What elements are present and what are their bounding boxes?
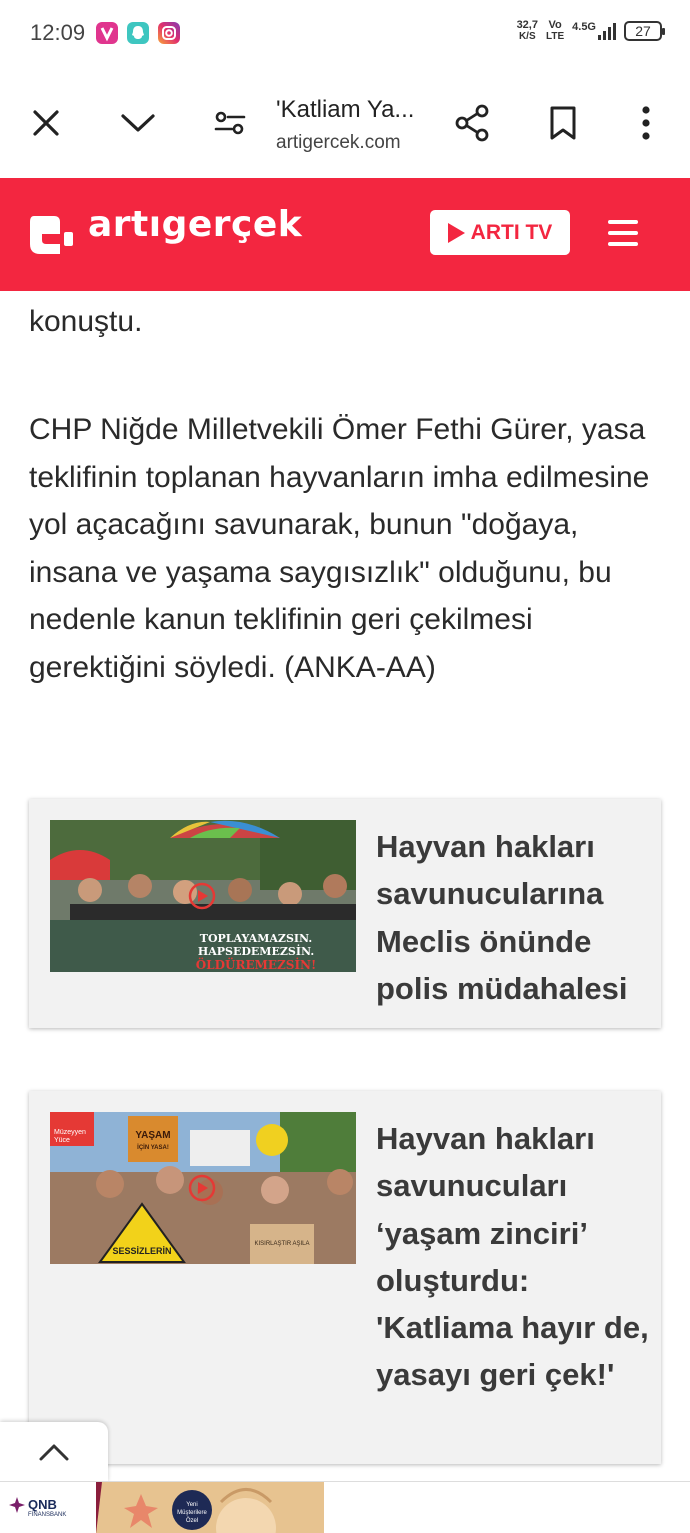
close-icon [33,110,59,136]
status-indicators: 32,7 K/S Vo LTE 4.5G 27 [516,19,665,43]
more-vert-icon [642,106,650,140]
net-speed-unit: K/S [518,31,536,42]
related-article-title[interactable]: Hayvan hakları savunucuları ‘yaşam zinci… [376,1115,656,1399]
net-speed-value: 32,7 [516,19,538,31]
thumb-corner-line1: Müzeyyen [54,1129,86,1136]
ad-badge: Yeni Müşterilere Özel [172,1490,212,1530]
arti-tv-button[interactable]: ARTI TV [430,210,570,255]
related-article-title[interactable]: Hayvan hakları savunucularına Meclis önü… [376,823,656,1012]
network-speed: 32,7 K/S [516,19,538,43]
scroll-to-top-button[interactable] [0,1422,108,1482]
minimize-button[interactable] [113,98,163,148]
instagram-icon [158,22,180,44]
volte-top: Vo [548,19,562,31]
arti-tv-label: ARTI TV [470,220,553,244]
bookmark-icon [550,106,576,140]
thumb-banner-line2: HAPSEDEMEZSİN. [198,944,314,958]
volte-bottom: LTE [545,31,565,42]
signal-icon [598,22,616,40]
site-header: artıgerçek ARTI TV [0,178,690,291]
bottom-ad-banner[interactable]: QNB FİNANSBANK Yeni Müşterilere Özel [0,1481,690,1533]
thumb-sign1b: İÇİN YASA! [137,1144,169,1151]
article-paragraph: CHP Niğde Milletvekili Ömer Fethi Gürer,… [29,413,650,684]
more-options-button[interactable] [621,98,671,148]
site-logo-icon[interactable] [28,210,76,258]
network-type-label: 4.5G [572,21,596,33]
ad-badge-line1: Yeni [186,1502,198,1508]
share-icon [455,104,489,142]
tab-domain[interactable]: artigercek.com [276,132,401,154]
ad-brand-text: QNB [28,1497,57,1512]
menu-icon[interactable] [608,220,638,246]
notification-app-icon [96,22,118,44]
ad-brand-subtext: FİNANSBANK [28,1512,67,1518]
chevron-down-icon [121,114,155,132]
thumb-corner-line2: Yüce [54,1137,70,1144]
related-article-card[interactable]: TOPLAYAMAZSIN. HAPSEDEMEZSİN. ÖLDÜREMEZS… [29,799,661,1028]
ad-image[interactable]: QNB FİNANSBANK Yeni Müşterilere Özel [0,1482,324,1533]
site-logo-text[interactable]: artıgerçek [88,204,302,245]
related-article-thumbnail[interactable]: TOPLAYAMAZSIN. HAPSEDEMEZSİN. ÖLDÜREMEZS… [50,820,356,972]
related-article-card[interactable]: Müzeyyen Yüce YAŞAM İÇİN YASA! SESSİZLER… [29,1091,661,1464]
bookmark-button[interactable] [538,98,588,148]
status-time: 12:09 [30,20,86,45]
close-button[interactable] [21,98,71,148]
ad-brand-logo: QNB FİNANSBANK [0,1482,96,1533]
battery-icon: 27 [624,21,665,41]
chevron-up-icon [39,1444,69,1461]
play-icon [447,222,465,243]
qnb-logo-icon [9,1497,25,1513]
thumb-sign2: SESSİZLERİN [112,1246,171,1256]
thumb-banner-line1: TOPLAYAMAZSIN. [200,932,312,945]
ad-badge-line2: Müşterilere [177,1510,207,1516]
snapchat-icon [127,22,149,44]
status-bar: 12:09 32,7 K/S Vo LTE 4.5G 27 [0,0,690,70]
related-article-thumbnail[interactable]: Müzeyyen Yüce YAŞAM İÇİN YASA! SESSİZLER… [50,1112,356,1264]
network-type: 4.5G [572,22,616,40]
volte-indicator: Vo LTE [545,19,565,43]
ad-badge-line3: Özel [185,1518,199,1524]
article-text-continuation: konuştu. [29,305,143,338]
thumb-sign3: KISIRLAŞTIR AŞILA [254,1241,309,1247]
browser-toolbar: 'Katliam Ya... artigercek.com [0,70,690,178]
thumb-banner-line3: ÖLDÜREMEZSİN! [196,956,317,972]
share-button[interactable] [447,98,497,148]
thumb-sign1: YAŞAM [135,1130,170,1141]
tune-icon [214,111,246,135]
tab-title[interactable]: 'Katliam Ya... [276,96,414,124]
site-settings-button[interactable] [205,98,255,148]
